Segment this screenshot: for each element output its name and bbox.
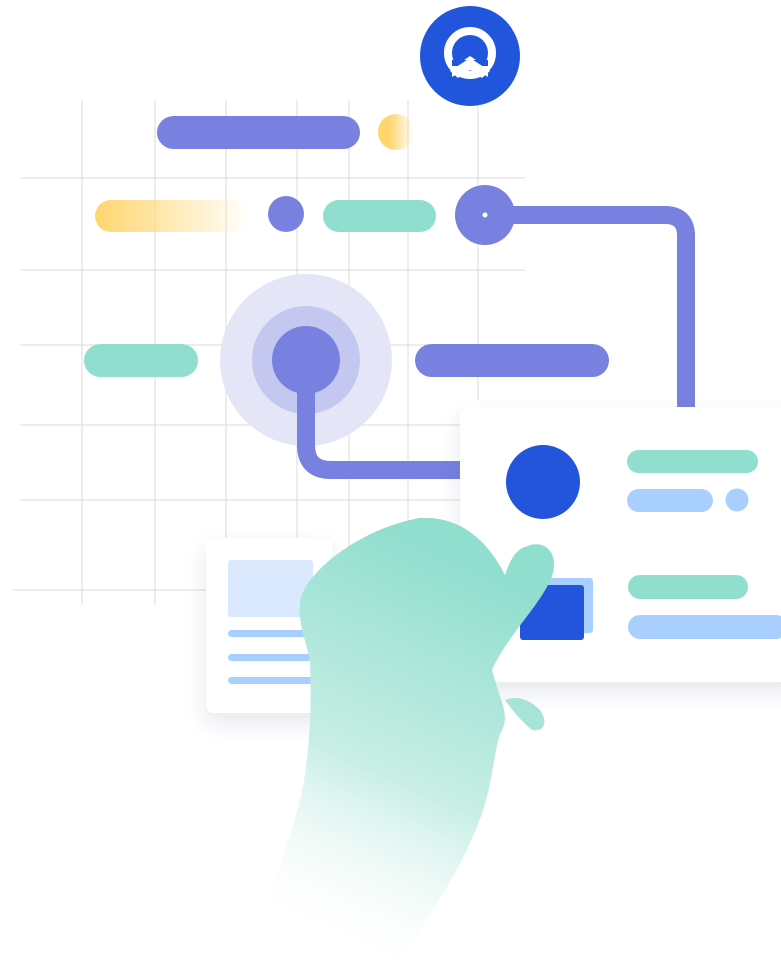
card-text-line xyxy=(628,615,781,639)
logo-badge xyxy=(420,6,520,106)
card-status-dot xyxy=(725,488,749,512)
card-text-line xyxy=(627,450,758,473)
mint-pill-left xyxy=(84,344,198,377)
document-text-line xyxy=(228,654,318,661)
indigo-pill-top xyxy=(157,116,360,149)
illustration-canvas xyxy=(12,6,781,960)
indigo-dot xyxy=(268,196,304,232)
avatar xyxy=(506,445,580,519)
card-text-line xyxy=(627,489,713,512)
document-text-line xyxy=(228,677,318,684)
node-endpoint xyxy=(455,185,515,245)
indigo-pill-right xyxy=(415,344,609,377)
yellow-dot xyxy=(378,114,414,150)
yellow-gradient-pill xyxy=(95,200,250,232)
mint-pill-row2 xyxy=(323,200,436,232)
connector-line-right xyxy=(476,206,695,429)
card-text-line xyxy=(628,575,748,599)
